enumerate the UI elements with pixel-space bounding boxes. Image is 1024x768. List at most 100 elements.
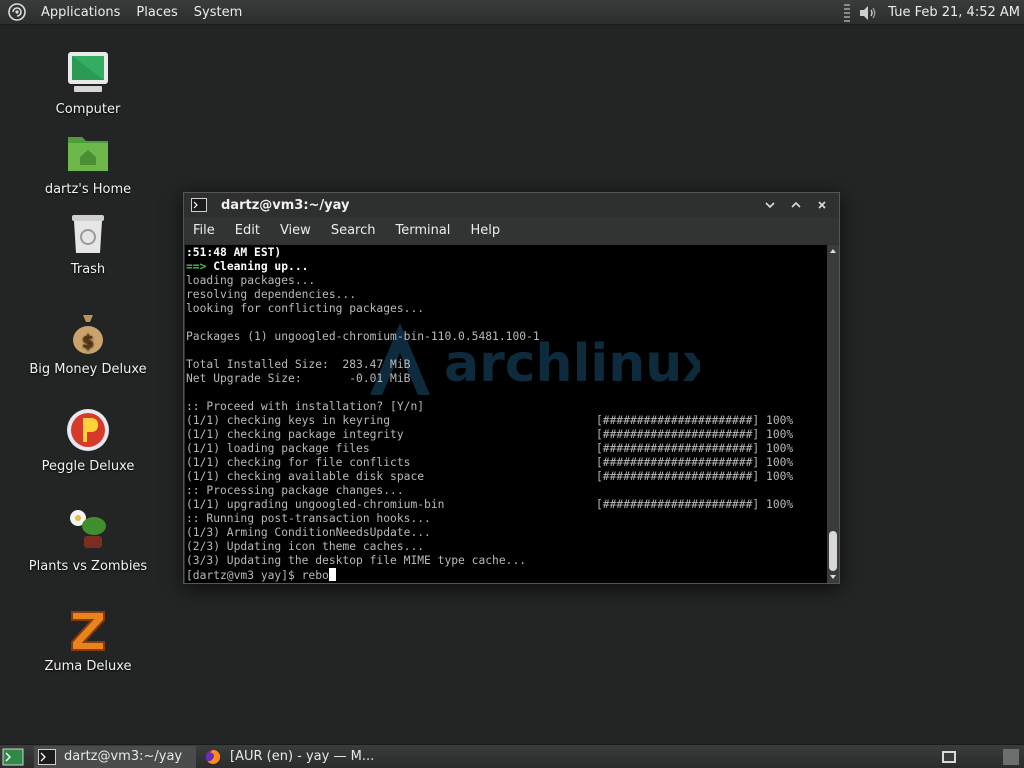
desktop-icon-big-money[interactable]: $ Big Money Deluxe	[0, 309, 176, 377]
scroll-down-icon[interactable]	[829, 573, 837, 581]
chevron-down-icon	[765, 202, 775, 209]
taskbar-item-label: [AUR (en) - yay — M...	[230, 749, 375, 764]
menu-applications[interactable]: Applications	[33, 0, 128, 25]
progress-bar-text: [######################] 100%	[596, 442, 794, 455]
terminal-output[interactable]: archlinux :51:48 AM EST) ==> Cleaning up…	[185, 245, 828, 583]
menu-file[interactable]: File	[184, 217, 225, 244]
taskbar-item-firefox[interactable]: [AUR (en) - yay — M...	[200, 746, 382, 768]
desktop-icon-computer[interactable]: Computer	[0, 49, 176, 117]
taskbar-item-label: dartz@vm3:~/yay	[64, 749, 183, 764]
chevron-up-icon	[791, 201, 801, 208]
close-button[interactable]	[811, 195, 833, 215]
panel-grip-icon[interactable]	[844, 3, 851, 22]
menu-places[interactable]: Places	[128, 0, 185, 25]
terminal-line-text: (1/1) checking for file conflicts	[186, 456, 411, 469]
menu-edit[interactable]: Edit	[225, 217, 270, 244]
terminal-line-text: Cleaning up...	[213, 260, 309, 273]
text-cursor	[328, 568, 336, 581]
terminal-line: :51:48 AM EST)	[186, 246, 282, 259]
terminal-line: (1/1) checking for file conflicts [######…	[186, 456, 828, 470]
menu-terminal[interactable]: Terminal	[385, 217, 460, 244]
show-desktop-icon[interactable]	[2, 747, 24, 767]
desktop-icon-label: Peggle Deluxe	[41, 459, 135, 474]
home-folder-icon	[68, 137, 108, 171]
peggle-icon	[67, 409, 109, 451]
system-logo-icon[interactable]	[7, 2, 27, 22]
window-controls	[755, 195, 833, 215]
desktop-icon-pvz[interactable]: Plants vs Zombies	[0, 506, 176, 574]
taskbar-item-terminal[interactable]: dartz@vm3:~/yay	[34, 745, 196, 768]
clock[interactable]: Tue Feb 21, 4:52 AM	[888, 5, 1024, 20]
terminal-title-bar[interactable]: dartz@vm3:~/yay	[184, 193, 839, 217]
menu-search[interactable]: Search	[321, 217, 386, 244]
terminal-line: :: Running post-transaction hooks...	[186, 512, 431, 525]
desktop-icon-label: Big Money Deluxe	[29, 362, 147, 377]
zuma-icon	[71, 611, 105, 651]
computer-icon	[68, 52, 108, 92]
arrow-marker: ==>	[186, 260, 207, 273]
terminal-menu-bar: File Edit View Search Terminal Help	[184, 217, 839, 244]
desktop-icon-label: dartz's Home	[44, 182, 132, 197]
terminal-title: dartz@vm3:~/yay	[221, 197, 350, 213]
terminal-line: (1/3) Arming ConditionNeedsUpdate...	[186, 526, 431, 539]
terminal-line: :: Processing package changes...	[186, 484, 404, 497]
money-bag-icon: $	[73, 315, 103, 354]
menu-help[interactable]: Help	[460, 217, 510, 244]
scroll-thumb[interactable]	[829, 531, 837, 571]
minimize-button[interactable]	[759, 195, 781, 215]
terminal-line: (1/1) checking package integrity [#######…	[186, 428, 828, 442]
progress-bar-text: [######################] 100%	[596, 470, 794, 483]
terminal-icon	[191, 198, 207, 212]
panel-tray: Tue Feb 21, 4:52 AM	[844, 0, 1024, 25]
desktop-icon-label: Zuma Deluxe	[44, 659, 132, 674]
terminal-line: Total Installed Size: 283.47 MiB	[186, 358, 411, 371]
desktop-icon-label: Plants vs Zombies	[28, 559, 148, 574]
terminal-line-text: (1/1) checking package integrity	[186, 428, 404, 441]
terminal-line: (1/1) loading package files [############…	[186, 442, 828, 456]
scroll-up-icon[interactable]	[829, 247, 837, 255]
workspace-switcher-second[interactable]	[1003, 749, 1019, 765]
terminal-line: Net Upgrade Size: -0.01 MiB	[186, 372, 411, 385]
menu-system[interactable]: System	[186, 0, 250, 25]
progress-bar-text: [######################] 100%	[596, 456, 794, 469]
trash-icon	[72, 215, 104, 253]
svg-text:$: $	[82, 331, 95, 352]
close-icon	[818, 201, 826, 209]
terminal-line: (3/3) Updating the desktop file MIME typ…	[186, 554, 527, 567]
desktop-icon-label: Trash	[70, 262, 106, 277]
terminal-line: (2/3) Updating icon theme caches...	[186, 540, 425, 553]
terminal-line: loading packages...	[186, 274, 316, 287]
progress-bar-text: [######################] 100%	[596, 414, 794, 427]
terminal-window[interactable]: dartz@vm3:~/yay File Edit View Search Te…	[183, 192, 840, 584]
desktop-icon-label: Computer	[55, 102, 121, 117]
terminal-icon	[38, 748, 56, 765]
desktop-icon-peggle[interactable]: Peggle Deluxe	[0, 406, 176, 474]
plants-vs-zombies-icon	[70, 510, 106, 548]
terminal-line: looking for conflicting packages...	[186, 302, 425, 315]
terminal-line: (1/1) checking available disk space [####…	[186, 470, 828, 484]
progress-bar-text: [######################] 100%	[596, 428, 794, 441]
terminal-line-text: (1/1) checking keys in keyring	[186, 414, 391, 427]
progress-bar-text: [######################] 100%	[596, 498, 794, 511]
terminal-line-text: (1/1) checking available disk space	[186, 470, 425, 483]
maximize-button[interactable]	[785, 195, 807, 215]
terminal-line: (1/1) upgrading ungoogled-chromium-bin [#…	[186, 498, 828, 512]
desktop-icon-zuma[interactable]: Zuma Deluxe	[0, 606, 176, 674]
firefox-icon	[205, 749, 221, 764]
terminal-line: resolving dependencies...	[186, 288, 357, 301]
workspace-switcher[interactable]	[942, 751, 956, 763]
menu-view[interactable]: View	[270, 217, 321, 244]
top-panel: Applications Places System Tue Feb 21, 4…	[0, 0, 1024, 25]
desktop-icon-trash[interactable]: Trash	[0, 209, 176, 277]
terminal-prompt-text: [dartz@vm3 yay]$ rebo	[186, 569, 329, 582]
terminal-prompt-line[interactable]: [dartz@vm3 yay]$ rebo	[186, 568, 828, 582]
terminal-scrollbar[interactable]	[827, 245, 839, 583]
terminal-line-text: (1/1) upgrading ungoogled-chromium-bin	[186, 498, 445, 511]
terminal-line: ==> Cleaning up...	[186, 260, 828, 274]
terminal-line: Packages (1) ungoogled-chromium-bin-110.…	[186, 330, 540, 343]
volume-icon[interactable]	[858, 5, 878, 21]
desktop-icon-home[interactable]: dartz's Home	[0, 129, 176, 197]
